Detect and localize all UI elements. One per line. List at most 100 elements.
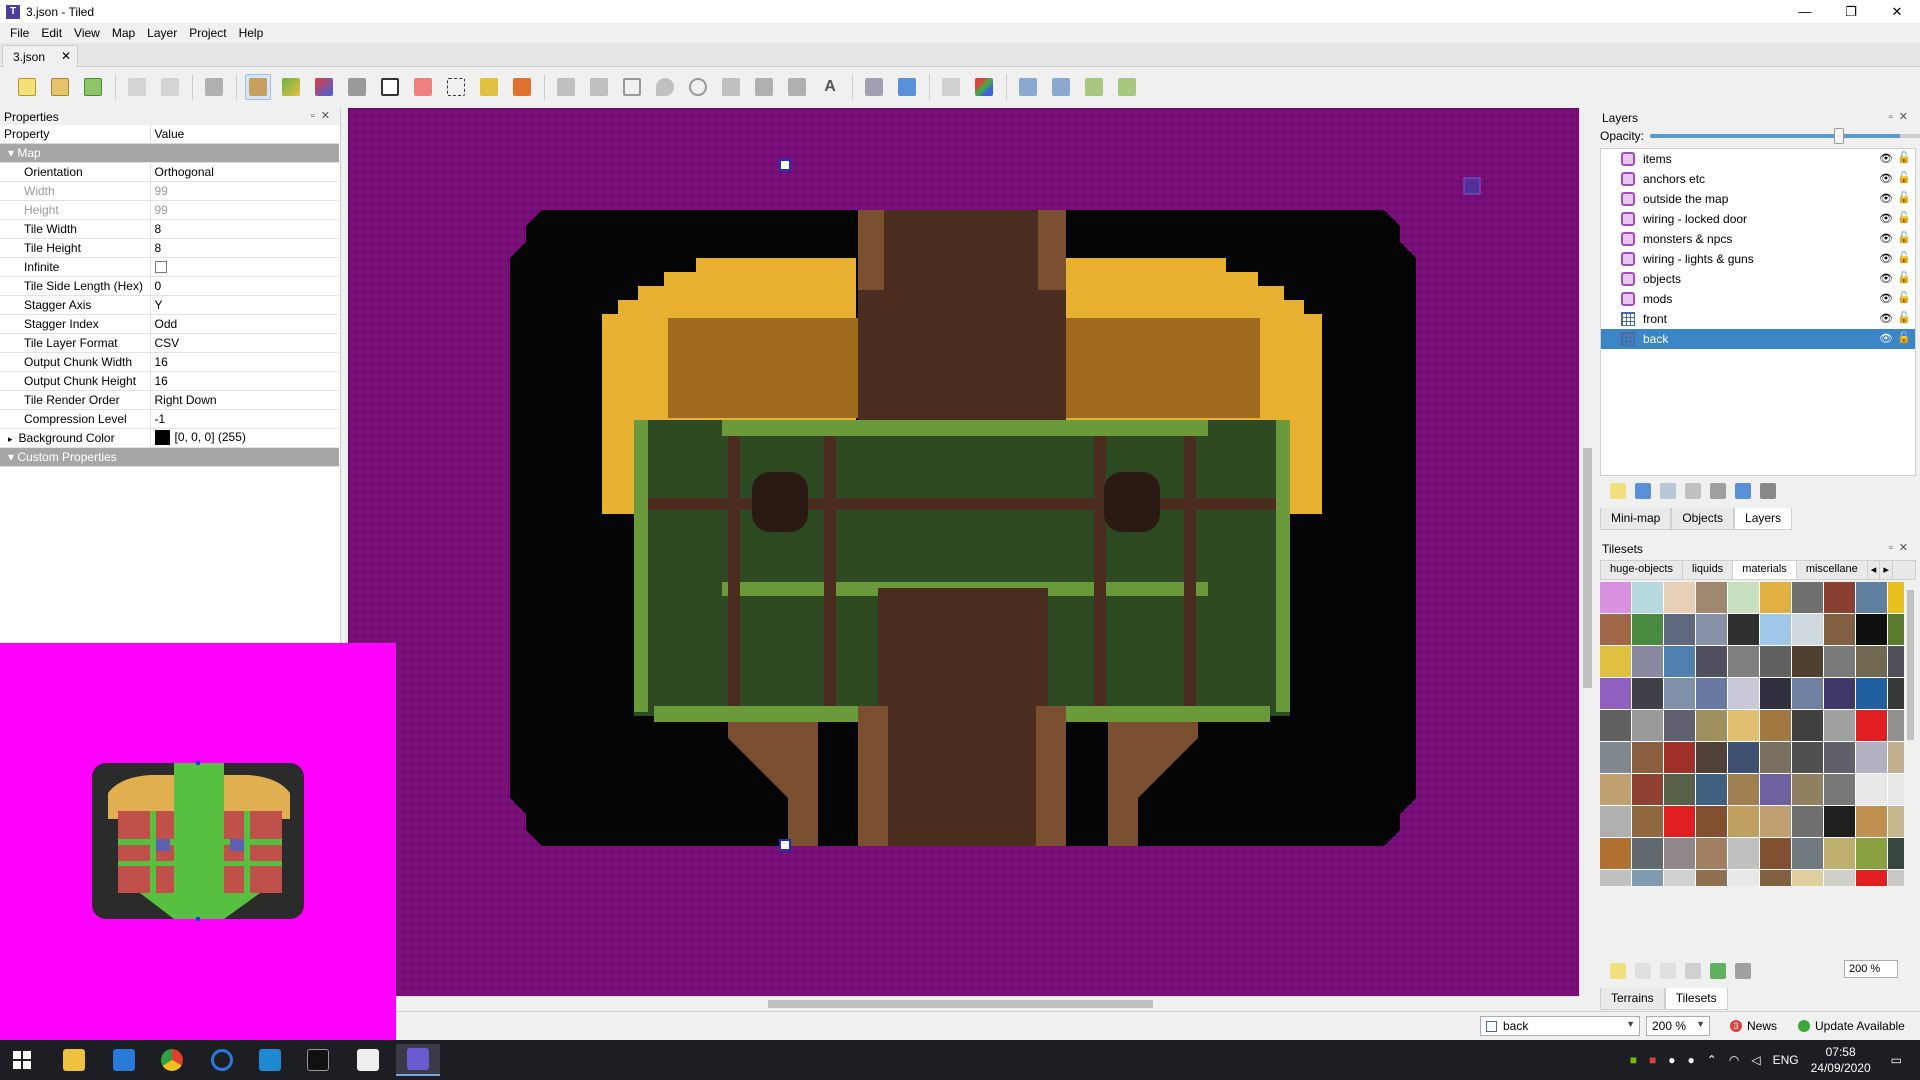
eye-icon[interactable]: 👁	[1879, 312, 1893, 325]
stamp-brush-icon[interactable]	[245, 74, 271, 100]
tile[interactable]	[1600, 678, 1631, 709]
tile[interactable]	[1664, 774, 1695, 805]
embed-tileset-icon[interactable]	[1635, 963, 1651, 979]
tile[interactable]	[1792, 710, 1823, 741]
canvas-horizontal-scrollbar[interactable]	[348, 996, 1579, 1010]
prop-row[interactable]: Stagger Index Odd	[0, 314, 339, 334]
tile[interactable]	[1856, 742, 1887, 773]
tab-terrains[interactable]: Terrains	[1600, 988, 1665, 1010]
layer-item[interactable]: items 👁 🔓	[1601, 149, 1915, 169]
tile[interactable]	[1600, 870, 1631, 886]
tile[interactable]	[1856, 870, 1887, 886]
tile[interactable]	[1696, 614, 1727, 645]
tile[interactable]	[1632, 678, 1663, 709]
bucket-fill-icon[interactable]	[344, 74, 370, 100]
tile[interactable]	[1600, 646, 1631, 677]
tile[interactable]	[1888, 742, 1904, 773]
tile[interactable]	[1696, 678, 1727, 709]
menu-project[interactable]: Project	[183, 26, 232, 40]
collapse-icon[interactable]: ▾	[8, 146, 14, 160]
tile[interactable]	[1792, 678, 1823, 709]
mail-icon[interactable]	[102, 1044, 146, 1076]
prop-value[interactable]: Orthogonal	[150, 162, 339, 182]
insert-tile-icon[interactable]	[751, 74, 777, 100]
tile[interactable]	[1824, 774, 1855, 805]
tile[interactable]	[1760, 710, 1791, 741]
magic-wand-icon[interactable]	[476, 74, 502, 100]
eye-icon[interactable]: 👁	[1879, 152, 1893, 165]
tile[interactable]	[1696, 838, 1727, 869]
tile[interactable]	[1824, 582, 1855, 613]
duplicate-layer-icon[interactable]	[1685, 483, 1701, 499]
tile[interactable]	[1664, 870, 1695, 886]
menu-edit[interactable]: Edit	[35, 26, 68, 40]
lower-layer-icon[interactable]	[1660, 483, 1676, 499]
tile[interactable]	[1856, 838, 1887, 869]
tileset-view[interactable]	[1600, 582, 1904, 886]
dynamic-wrapping-icon[interactable]	[1710, 963, 1726, 979]
tile[interactable]	[1824, 614, 1855, 645]
tile[interactable]	[1888, 582, 1904, 613]
prop-row[interactable]: Compression Level -1	[0, 409, 339, 429]
prop-row[interactable]: Orientation Orthogonal	[0, 162, 339, 182]
new-map-icon[interactable]	[14, 74, 40, 100]
tile[interactable]	[1632, 870, 1663, 886]
tile[interactable]	[1760, 838, 1791, 869]
lock-icon[interactable]	[1760, 483, 1776, 499]
remove-tileset-icon[interactable]	[1735, 963, 1751, 979]
steam-icon[interactable]: ●	[1688, 1053, 1695, 1067]
menu-view[interactable]: View	[68, 26, 106, 40]
tab-materials[interactable]: materials	[1733, 561, 1797, 579]
tile[interactable]	[1728, 678, 1759, 709]
tile[interactable]	[1888, 870, 1904, 886]
tile[interactable]	[1728, 870, 1759, 886]
tiled-icon[interactable]	[396, 1044, 440, 1076]
prop-row[interactable]: Tile Layer Format CSV	[0, 333, 339, 353]
tab-layers[interactable]: Layers	[1734, 508, 1793, 530]
wifi-icon[interactable]: ◠	[1729, 1053, 1739, 1067]
tile[interactable]	[1664, 614, 1695, 645]
eye-icon[interactable]: 👁	[1879, 252, 1893, 265]
tile[interactable]	[1760, 582, 1791, 613]
vscode-icon[interactable]	[248, 1044, 292, 1076]
tile[interactable]	[1664, 838, 1695, 869]
eye-icon[interactable]: 👁	[1879, 192, 1893, 205]
tile[interactable]	[1792, 582, 1823, 613]
layer-item[interactable]: back 👁 🔓	[1601, 329, 1915, 349]
tile[interactable]	[1664, 710, 1695, 741]
show-hidden-icons[interactable]: ⌃	[1707, 1053, 1717, 1067]
select-objects-icon[interactable]	[553, 74, 579, 100]
layer-item[interactable]: wiring - locked door 👁 🔓	[1601, 209, 1915, 229]
tile[interactable]	[1696, 582, 1727, 613]
tab-objects[interactable]: Objects	[1671, 508, 1735, 530]
tile[interactable]	[1632, 646, 1663, 677]
eye-icon[interactable]: 👁	[1879, 212, 1893, 225]
close-button[interactable]: ✕	[1874, 0, 1920, 23]
tile[interactable]	[1632, 582, 1663, 613]
unlock-icon[interactable]: 🔓	[1897, 331, 1911, 344]
mirror-b-icon[interactable]	[1114, 74, 1140, 100]
prop-row[interactable]: Tile Height 8	[0, 238, 339, 258]
unlock-icon[interactable]: 🔓	[1897, 171, 1911, 184]
tile[interactable]	[1632, 806, 1663, 837]
undo-icon[interactable]	[124, 74, 150, 100]
tile[interactable]	[1664, 582, 1695, 613]
menu-map[interactable]: Map	[106, 26, 141, 40]
flip-vertical-icon[interactable]	[971, 74, 997, 100]
unlock-icon[interactable]: 🔓	[1897, 211, 1911, 224]
delete-layer-icon[interactable]	[1710, 483, 1726, 499]
tile[interactable]	[1888, 614, 1904, 645]
collapse-icon[interactable]: ▾	[8, 450, 14, 464]
tile[interactable]	[1824, 806, 1855, 837]
open-icon[interactable]	[47, 74, 73, 100]
insert-polygon-icon[interactable]	[718, 74, 744, 100]
prop-value[interactable]: Right Down	[150, 390, 339, 410]
prop-row[interactable]: Width 99	[0, 181, 339, 201]
save-icon[interactable]	[80, 74, 106, 100]
layer-item[interactable]: wiring - lights & guns 👁 🔓	[1601, 249, 1915, 269]
dock-buttons[interactable]: ▫✕	[1889, 110, 1914, 123]
layer-item[interactable]: objects 👁 🔓	[1601, 269, 1915, 289]
prop-row[interactable]: Output Chunk Height 16	[0, 371, 339, 391]
tile[interactable]	[1792, 870, 1823, 886]
tile[interactable]	[1888, 806, 1904, 837]
